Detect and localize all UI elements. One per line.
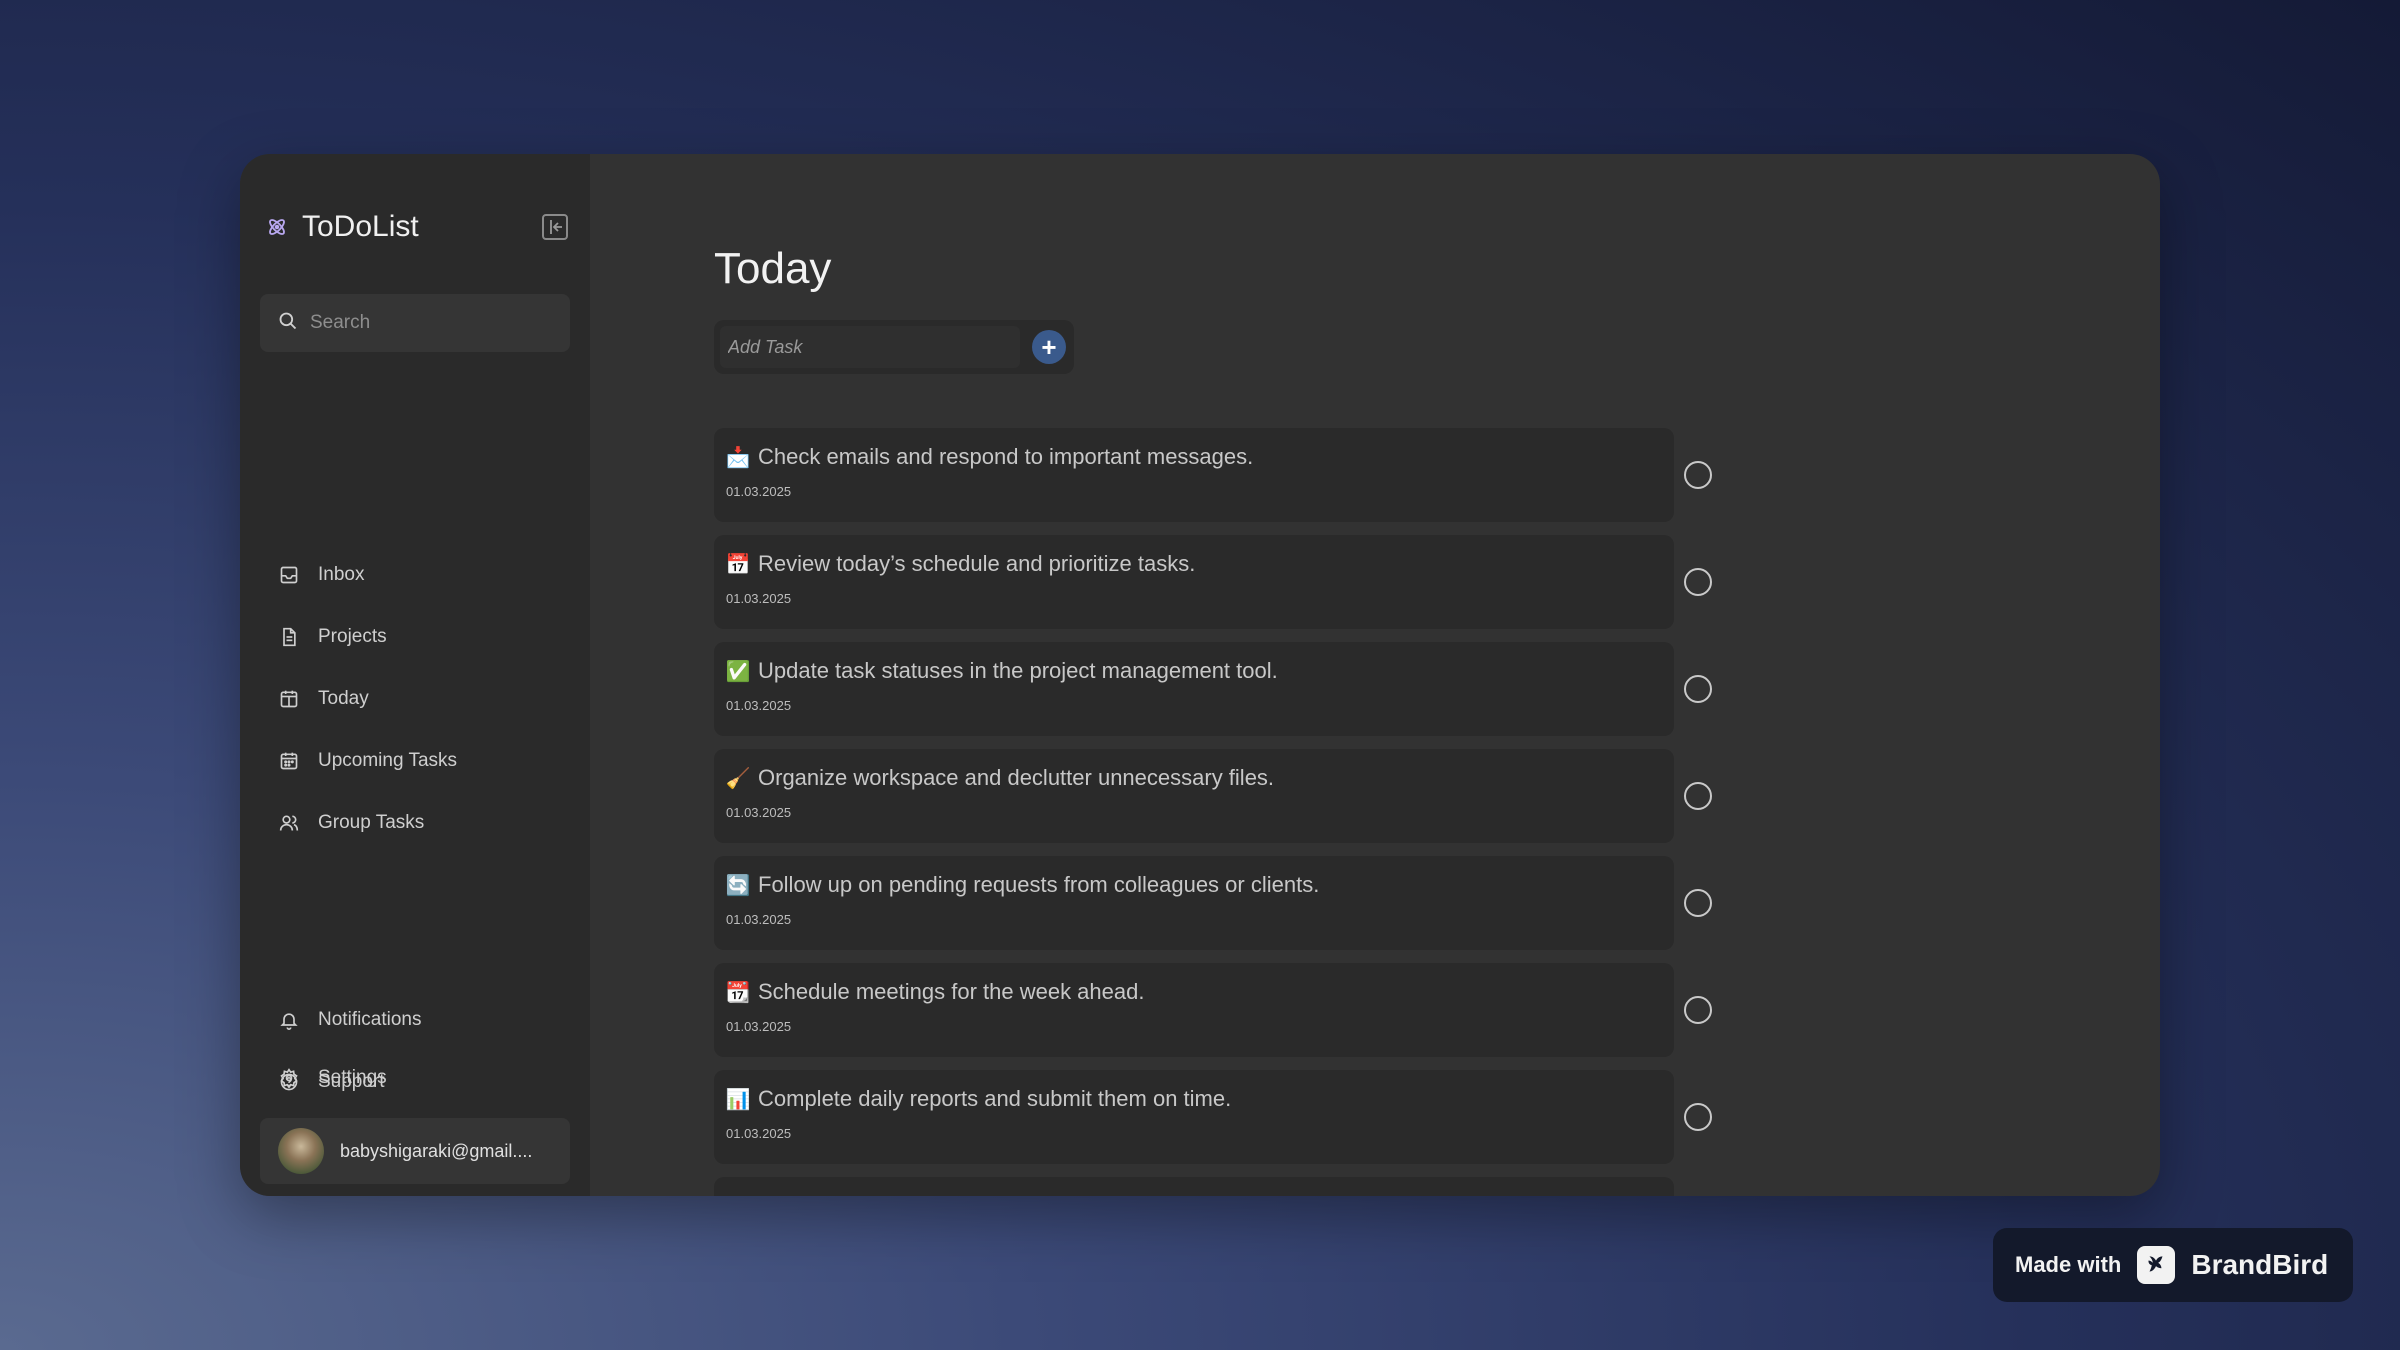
sidebar-item-label: Settings: [318, 1067, 387, 1088]
user-profile[interactable]: babyshigaraki@gmail....: [260, 1118, 570, 1184]
sidebar: ToDoList Inbox: [240, 154, 590, 1196]
calendar-icon: [278, 750, 300, 772]
add-task-button[interactable]: +: [1032, 330, 1066, 364]
sidebar-item-inbox[interactable]: Inbox: [260, 551, 570, 599]
task-date: 01.03.2025: [726, 1019, 792, 1034]
task-item: 📅 Review today’s schedule and prioritize…: [714, 535, 1714, 642]
plus-icon: +: [1041, 332, 1057, 362]
made-with-badge[interactable]: Made with BrandBird: [1993, 1228, 2353, 1302]
task-card[interactable]: 🧹 Organize workspace and declutter unnec…: [714, 749, 1674, 843]
task-card[interactable]: ✅ Update task statuses in the project ma…: [714, 642, 1674, 736]
task-complete-checkbox[interactable]: [1684, 1103, 1712, 1131]
brandbird-logo-icon: [2137, 1246, 2176, 1284]
sidebar-item-upcoming-tasks[interactable]: Upcoming Tasks: [260, 737, 570, 785]
task-date: 01.03.2025: [726, 912, 792, 927]
task-item: ✅ Update task statuses in the project ma…: [714, 642, 1714, 749]
task-card[interactable]: [714, 1177, 1674, 1196]
task-complete-checkbox[interactable]: [1684, 996, 1712, 1024]
task-item: 🧹 Organize workspace and declutter unnec…: [714, 749, 1714, 856]
calendar-today-icon: [278, 688, 300, 710]
task-card[interactable]: 📩 Check emails and respond to important …: [714, 428, 1674, 522]
task-date: 01.03.2025: [726, 484, 792, 499]
task-item: 🔄 Follow up on pending requests from col…: [714, 856, 1714, 963]
user-email: babyshigaraki@gmail....: [340, 1140, 533, 1161]
bell-icon: [278, 1009, 300, 1031]
sidebar-item-label: Group Tasks: [318, 812, 425, 833]
task-card[interactable]: 📆 Schedule meetings for the week ahead. …: [714, 963, 1674, 1057]
sidebar-item-label: Upcoming Tasks: [318, 750, 458, 771]
envelope-icon: 📩: [725, 446, 751, 469]
badge-brand: BrandBird: [2191, 1249, 2329, 1280]
sidebar-item-settings[interactable]: Settings: [260, 1054, 570, 1102]
spiral-calendar-icon: 📆: [725, 981, 751, 1004]
task-complete-checkbox[interactable]: [1684, 675, 1712, 703]
sidebar-item-projects[interactable]: Projects: [260, 613, 570, 661]
search-icon: [278, 311, 298, 336]
users-icon: [278, 812, 300, 834]
task-text: Schedule meetings for the week ahead.: [758, 979, 1145, 1004]
sidebar-item-label: Inbox: [318, 564, 365, 585]
page-title: Today: [714, 244, 832, 293]
task-date: 01.03.2025: [726, 1126, 792, 1141]
refresh-icon: 🔄: [725, 874, 751, 897]
task-text: Review today’s schedule and prioritize t…: [758, 551, 1196, 576]
sidebar-item-today[interactable]: Today: [260, 675, 570, 723]
task-complete-checkbox[interactable]: [1684, 782, 1712, 810]
add-task-input[interactable]: [720, 326, 1020, 368]
sidebar-item-notifications[interactable]: Notifications: [260, 996, 570, 1044]
document-icon: [278, 626, 300, 648]
add-task-bar: +: [714, 320, 1074, 374]
sidebar-item-label: Projects: [318, 626, 387, 647]
task-text: Check emails and respond to important me…: [758, 444, 1254, 469]
task-list: 📩 Check emails and respond to important …: [714, 428, 1714, 1196]
app-title: ToDoList: [302, 210, 419, 243]
sidebar-item-label: Notifications: [318, 1009, 422, 1030]
sidebar-item-label: Today: [318, 688, 369, 709]
sidebar-item-group-tasks[interactable]: Group Tasks: [260, 799, 570, 847]
task-item: 📊 Complete daily reports and submit them…: [714, 1070, 1714, 1177]
task-card[interactable]: 📅 Review today’s schedule and prioritize…: [714, 535, 1674, 629]
task-date: 01.03.2025: [726, 805, 792, 820]
task-text: Organize workspace and declutter unneces…: [758, 765, 1275, 790]
check-mark-icon: ✅: [725, 660, 751, 683]
task-item-partial: [714, 1177, 1714, 1196]
bar-chart-icon: 📊: [725, 1088, 751, 1111]
task-complete-checkbox[interactable]: [1684, 568, 1712, 596]
brand: ToDoList: [266, 210, 419, 244]
task-text: Update task statuses in the project mana…: [758, 658, 1278, 683]
task-item: 📆 Schedule meetings for the week ahead. …: [714, 963, 1714, 1070]
task-text: Complete daily reports and submit them o…: [758, 1086, 1232, 1111]
calendar-emoji-icon: 📅: [725, 553, 751, 576]
task-card[interactable]: 🔄 Follow up on pending requests from col…: [714, 856, 1674, 950]
avatar: [278, 1128, 324, 1174]
task-date: 01.03.2025: [726, 591, 792, 606]
search-box[interactable]: [260, 294, 570, 352]
task-complete-checkbox[interactable]: [1684, 889, 1712, 917]
broom-icon: 🧹: [725, 767, 751, 790]
atom-icon: [266, 216, 288, 238]
task-text: Follow up on pending requests from colle…: [758, 872, 1320, 897]
collapse-sidebar-button[interactable]: [542, 214, 568, 240]
search-input[interactable]: [310, 312, 550, 334]
app-window: ToDoList Inbox: [240, 154, 2160, 1196]
task-complete-checkbox[interactable]: [1684, 461, 1712, 489]
inbox-icon: [278, 564, 300, 586]
gear-icon: [278, 1067, 300, 1089]
task-date: 01.03.2025: [726, 698, 792, 713]
badge-prefix: Made with: [2015, 1252, 2122, 1277]
task-card[interactable]: 📊 Complete daily reports and submit them…: [714, 1070, 1674, 1164]
task-item: 📩 Check emails and respond to important …: [714, 428, 1714, 535]
